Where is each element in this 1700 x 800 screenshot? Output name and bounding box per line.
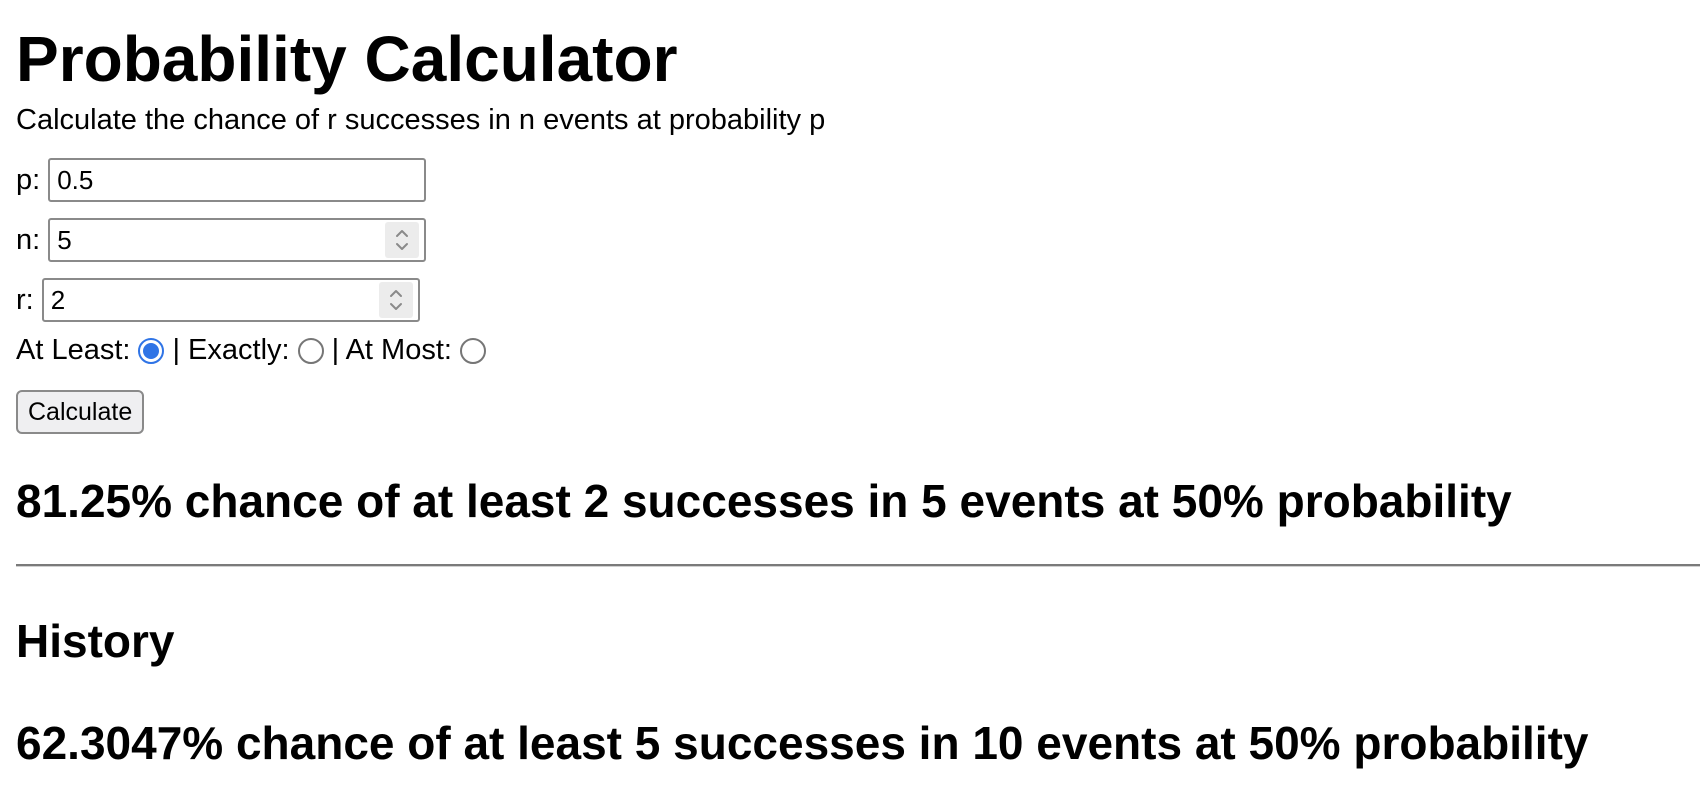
chevron-up-down-icon bbox=[396, 230, 409, 250]
page-subtitle: Calculate the chance of r successes in n… bbox=[16, 104, 826, 136]
r-stepper[interactable] bbox=[378, 282, 413, 318]
r-number-field[interactable] bbox=[41, 278, 420, 322]
p-label: p: bbox=[16, 163, 41, 196]
n-input[interactable] bbox=[50, 220, 386, 260]
n-field-row: n: bbox=[16, 218, 427, 262]
r-field-row: r: bbox=[16, 278, 420, 322]
n-stepper[interactable] bbox=[385, 222, 420, 258]
at-least-radio[interactable] bbox=[138, 337, 165, 364]
at-most-label: | At Most: bbox=[331, 334, 452, 366]
n-label: n: bbox=[16, 223, 41, 256]
chevron-up-down-icon bbox=[389, 290, 402, 310]
n-number-field[interactable] bbox=[48, 218, 427, 262]
r-label: r: bbox=[16, 283, 34, 316]
at-most-radio[interactable] bbox=[459, 337, 486, 364]
divider bbox=[16, 564, 1700, 567]
page-title: Probability Calculator bbox=[16, 23, 678, 95]
at-least-label: At Least: bbox=[16, 334, 131, 366]
history-item: 62.3047% chance of at least 5 successes … bbox=[16, 717, 1589, 769]
exactly-label: | Exactly: bbox=[172, 334, 290, 366]
mode-radio-group: At Least: | Exactly: | At Most: bbox=[16, 334, 494, 367]
calculate-button[interactable]: Calculate bbox=[16, 390, 145, 434]
p-field-row: p: bbox=[16, 158, 427, 202]
history-title: History bbox=[16, 615, 175, 667]
p-input[interactable] bbox=[48, 158, 427, 202]
result-text: 81.25% chance of at least 2 successes in… bbox=[16, 475, 1512, 527]
r-input[interactable] bbox=[43, 280, 379, 320]
exactly-radio[interactable] bbox=[297, 337, 324, 364]
